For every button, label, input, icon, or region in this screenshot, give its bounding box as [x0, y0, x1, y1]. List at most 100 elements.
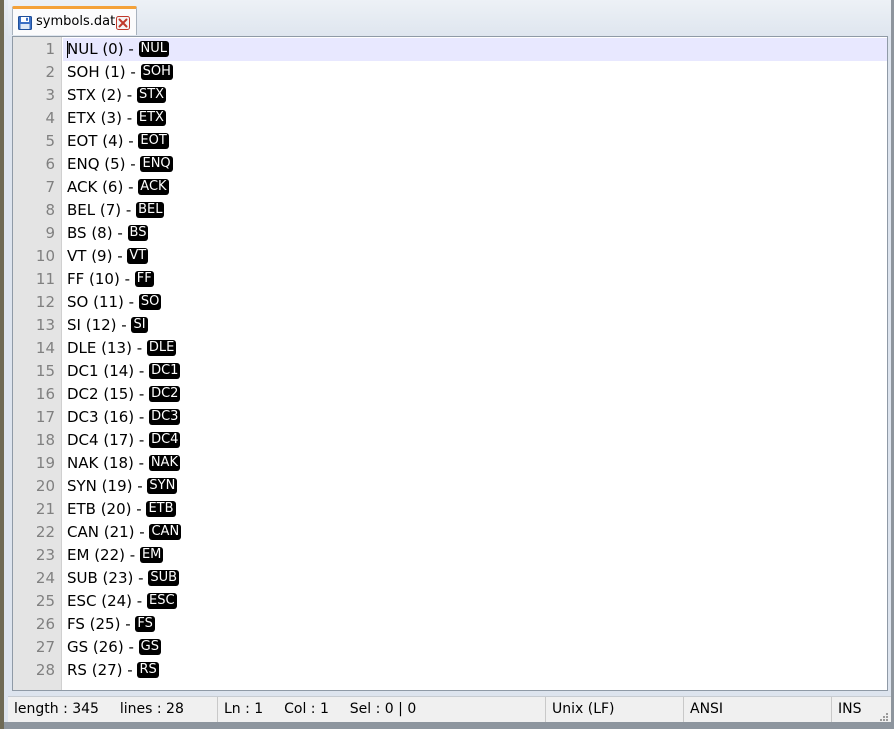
line-number: 9: [45, 224, 55, 242]
status-eol[interactable]: Unix (LF): [546, 697, 684, 722]
control-char-symbol: ENQ: [140, 155, 173, 172]
editor-line[interactable]: SUB (23) - SUB: [63, 567, 887, 590]
line-number: 11: [35, 270, 55, 288]
control-char-symbol: BS: [127, 224, 149, 241]
editor-line[interactable]: SI (12) - SI: [63, 314, 887, 337]
control-char-symbol: STX: [136, 86, 167, 103]
text-area[interactable]: NUL (0) - NUL SOH (1) - SOH STX (2) - STX E…: [63, 37, 887, 690]
line-number: 5: [45, 132, 55, 150]
control-char-symbol: DC1: [149, 362, 181, 379]
editor-line[interactable]: NUL (0) - NUL: [63, 38, 887, 61]
line-text: SOH (1) -: [67, 63, 141, 81]
editor-line[interactable]: SYN (19) - SYN: [63, 475, 887, 498]
status-col: Col : 1: [284, 701, 329, 717]
line-number: 3: [45, 86, 55, 104]
editor-line[interactable]: ACK (6) - ACK: [63, 176, 887, 199]
control-char-symbol: DC3: [149, 408, 181, 425]
editor-line[interactable]: DC2 (15) - DC2: [63, 383, 887, 406]
line-text: FS (25) -: [67, 615, 136, 633]
resize-grip-icon[interactable]: [879, 710, 889, 721]
line-text: ETX (3) -: [67, 109, 137, 127]
control-char-symbol: SO: [138, 293, 162, 310]
status-encoding[interactable]: ANSI: [684, 697, 832, 722]
line-number: 23: [35, 546, 55, 564]
line-number: 25: [35, 592, 55, 610]
line-number: 18: [35, 431, 55, 449]
editor-line[interactable]: ETB (20) - ETB: [63, 498, 887, 521]
editor-line[interactable]: SOH (1) - SOH: [63, 61, 887, 84]
tab-filename: symbols.dat: [36, 14, 116, 29]
control-char-symbol: ESC: [146, 592, 177, 609]
line-text: DC1 (14) -: [67, 362, 150, 380]
line-number: 21: [35, 500, 55, 518]
editor-line[interactable]: FS (25) - FS: [63, 613, 887, 636]
tab-symbols-dat[interactable]: symbols.dat: [12, 6, 137, 35]
editor-line[interactable]: ETX (3) - ETX: [63, 107, 887, 130]
line-number: 27: [35, 638, 55, 656]
editor-line[interactable]: BEL (7) - BEL: [63, 199, 887, 222]
status-sel: Sel : 0 | 0: [349, 701, 417, 717]
control-char-symbol: ETX: [136, 109, 166, 126]
status-eol-label: Unix (LF): [552, 701, 615, 717]
control-char-symbol: CAN: [149, 523, 182, 540]
editor-line[interactable]: EM (22) - EM: [63, 544, 887, 567]
control-char-symbol: BEL: [136, 201, 165, 218]
control-char-symbol: NAK: [148, 454, 180, 471]
status-lines: lines : 28: [119, 701, 184, 717]
tab-bar: symbols.dat: [8, 0, 891, 36]
editor-line[interactable]: STX (2) - STX: [63, 84, 887, 107]
control-char-symbol: FF: [134, 270, 154, 287]
control-char-symbol: ACK: [138, 178, 169, 195]
line-number: 24: [35, 569, 55, 587]
control-char-symbol: DC4: [149, 431, 181, 448]
line-text: RS (27) -: [67, 661, 138, 679]
control-char-symbol: GS: [138, 638, 161, 655]
control-char-symbol: SYN: [147, 477, 178, 494]
line-text: NAK (18) -: [67, 454, 149, 472]
window-bottom-edge: [4, 722, 894, 729]
editor-line[interactable]: NAK (18) - NAK: [63, 452, 887, 475]
line-number: 8: [45, 201, 55, 219]
editor-line[interactable]: CAN (21) - CAN: [63, 521, 887, 544]
editor-line[interactable]: GS (26) - GS: [63, 636, 887, 659]
editor-line[interactable]: DLE (13) - DLE: [63, 337, 887, 360]
line-number: 17: [35, 408, 55, 426]
line-text: ACK (6) -: [67, 178, 139, 196]
line-text: NUL (0) -: [67, 40, 139, 58]
line-text: GS (26) -: [67, 638, 139, 656]
editor-line[interactable]: RS (27) - RS: [63, 659, 887, 682]
control-char-symbol: RS: [137, 661, 159, 678]
line-number: 13: [35, 316, 55, 334]
line-text: ENQ (5) -: [67, 155, 141, 173]
editor-line[interactable]: DC1 (14) - DC1: [63, 360, 887, 383]
line-number: 6: [45, 155, 55, 173]
close-icon[interactable]: [116, 15, 130, 30]
line-text: ESC (24) -: [67, 592, 147, 610]
text-editor[interactable]: 1 2 3 4 5 6 7 8 9 10 11 12 13 14 15 16 17 18 19 20 21 22 23 24 2…: [12, 36, 888, 691]
control-char-symbol: SOH: [140, 63, 173, 80]
line-text: VT (9) -: [67, 247, 128, 265]
status-encoding-label: ANSI: [690, 701, 724, 717]
line-number: 1: [45, 40, 55, 58]
control-char-symbol: VT: [127, 247, 149, 264]
editor-line[interactable]: BS (8) - BS: [63, 222, 887, 245]
editor-line[interactable]: DC4 (17) - DC4: [63, 429, 887, 452]
line-text: SO (11) -: [67, 293, 139, 311]
editor-line[interactable]: DC3 (16) - DC3: [63, 406, 887, 429]
editor-line[interactable]: ESC (24) - ESC: [63, 590, 887, 613]
line-number: 22: [35, 523, 55, 541]
line-number: 7: [45, 178, 55, 196]
status-bar: length : 345 lines : 28 Ln : 1 Col : 1 S…: [8, 696, 891, 722]
editor-line[interactable]: SO (11) - SO: [63, 291, 887, 314]
editor-line[interactable]: EOT (4) - EOT: [63, 130, 887, 153]
editor-line[interactable]: FF (10) - FF: [63, 268, 887, 291]
line-number: 2: [45, 63, 55, 81]
editor-line[interactable]: VT (9) - VT: [63, 245, 887, 268]
line-number: 10: [35, 247, 55, 265]
control-char-symbol: SI: [131, 316, 148, 333]
editor-line[interactable]: ENQ (5) - ENQ: [63, 153, 887, 176]
editor-window: symbols.dat 1 2 3 4 5 6 7 8 9 10 11 12 13 14 15 16 17 18 1…: [0, 0, 894, 729]
control-char-symbol: SUB: [148, 569, 179, 586]
line-text: BS (8) -: [67, 224, 128, 242]
status-document-info: length : 345 lines : 28: [8, 697, 218, 722]
